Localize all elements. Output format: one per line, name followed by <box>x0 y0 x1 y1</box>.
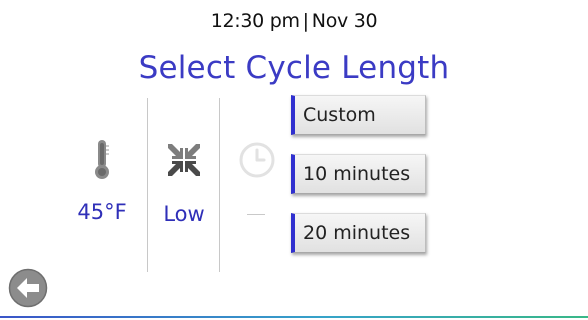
cycle-20-minutes-button[interactable]: 20 minutes <box>291 213 426 253</box>
cycle-custom-button[interactable]: Custom <box>291 95 426 135</box>
time-date-separator: | <box>302 10 309 32</box>
divider <box>147 98 148 272</box>
clock-display: 12:30 pm | Nov 30 <box>0 10 588 32</box>
divider <box>219 98 220 272</box>
fan-value: Low <box>163 202 205 226</box>
timer-status <box>232 140 282 180</box>
back-arrow-icon[interactable] <box>8 268 48 308</box>
date-text: Nov 30 <box>311 10 378 32</box>
page-title: Select Cycle Length <box>138 50 450 86</box>
timer-value: — <box>247 214 265 215</box>
clock-icon <box>239 142 275 178</box>
cycle-10-minutes-button[interactable]: 10 minutes <box>291 154 426 194</box>
temperature-status: 45°F <box>72 138 132 224</box>
compress-arrows-icon <box>168 144 200 176</box>
time-text: 12:30 pm <box>210 10 300 32</box>
fan-status: Low <box>156 140 212 226</box>
bottom-accent-bar <box>0 316 588 318</box>
thermometer-icon <box>95 140 109 179</box>
temperature-value: 45°F <box>77 200 127 224</box>
